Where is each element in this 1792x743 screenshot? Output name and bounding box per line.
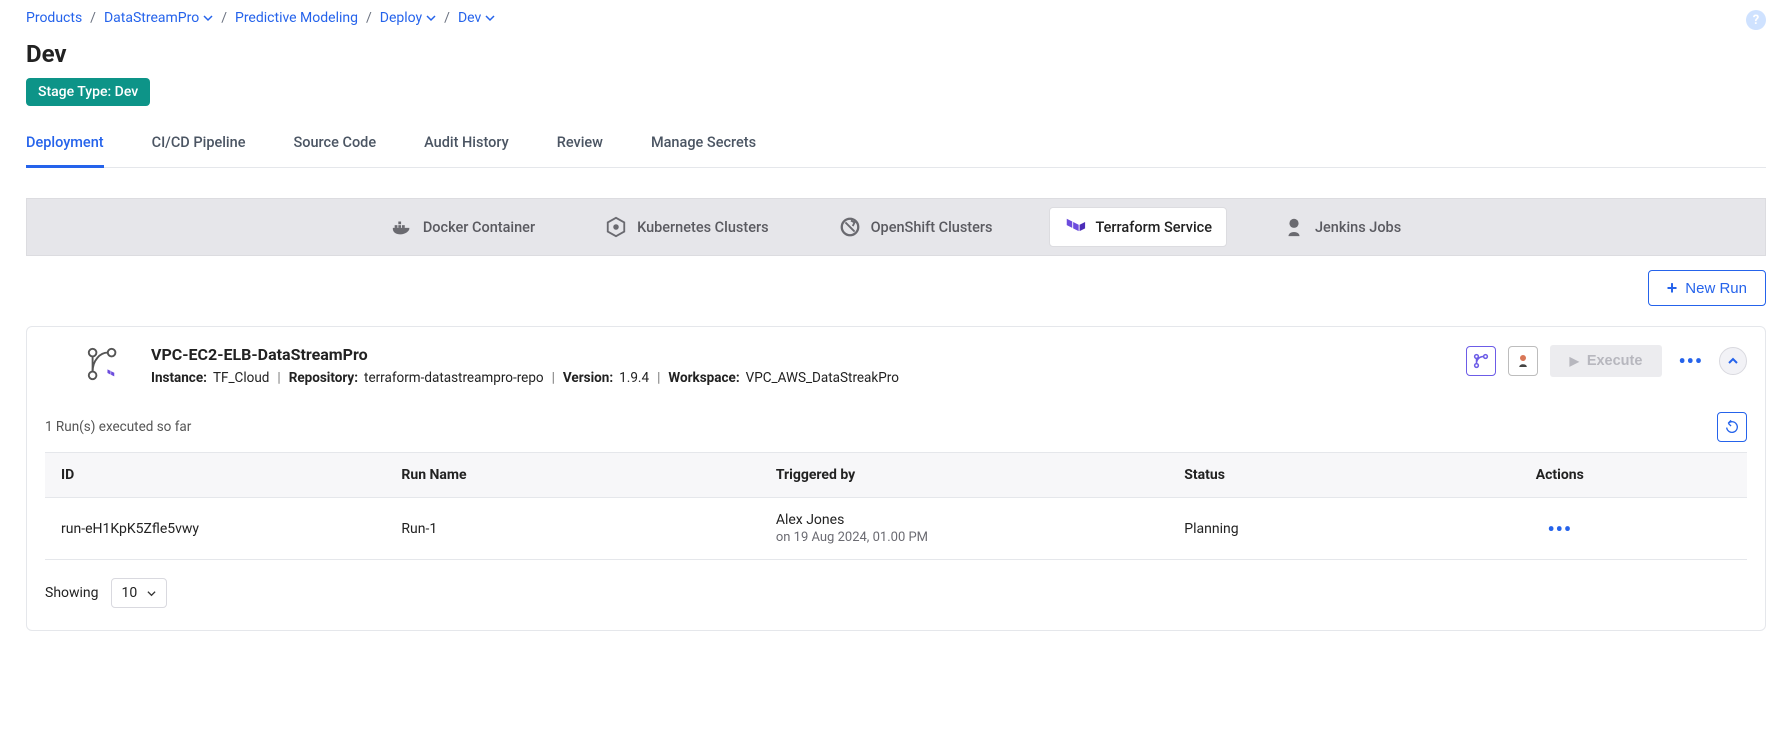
- service-meta: Instance: TF_Cloud | Repository: terrafo…: [151, 370, 899, 386]
- plus-icon: +: [1667, 279, 1678, 297]
- tab-secrets[interactable]: Manage Secrets: [651, 124, 756, 167]
- terraform-service-card: VPC-EC2-ELB-DataStreamPro Instance: TF_C…: [26, 326, 1766, 631]
- breadcrumb-sep: /: [366, 10, 372, 26]
- cell-status: Planning: [1168, 498, 1372, 560]
- col-id: ID: [45, 453, 385, 498]
- col-name: Run Name: [385, 453, 759, 498]
- breadcrumb-predictive[interactable]: Predictive Modeling: [235, 10, 358, 26]
- cell-name: Run-1: [385, 498, 759, 560]
- card-more-actions[interactable]: •••: [1674, 349, 1707, 373]
- tab-source[interactable]: Source Code: [293, 124, 376, 167]
- version-label: Version:: [563, 370, 613, 386]
- branch-terraform-icon: [85, 345, 123, 383]
- subtab-docker-label: Docker Container: [423, 219, 535, 236]
- deployment-subtabs: Docker Container Kubernetes Clusters Ope…: [26, 198, 1766, 256]
- breadcrumb: Products / DataStreamPro / Predictive Mo…: [26, 10, 495, 26]
- docker-icon: [391, 216, 413, 238]
- tab-deployment[interactable]: Deployment: [26, 124, 104, 168]
- chevron-down-icon: [426, 13, 436, 23]
- instance-value: TF_Cloud: [213, 370, 269, 386]
- subtab-jenkins[interactable]: Jenkins Jobs: [1269, 207, 1415, 247]
- workspace-value: VPC_AWS_DataStreakPro: [746, 370, 899, 386]
- breadcrumb-sep: /: [90, 10, 96, 26]
- pagination: Showing 10: [45, 578, 1747, 608]
- cell-id: run-eH1KpK5Zfle5vwy: [45, 498, 385, 560]
- runs-table: ID Run Name Triggered by Status Actions …: [45, 452, 1747, 560]
- page-size-value: 10: [122, 585, 138, 601]
- execute-button[interactable]: ▶ Execute: [1550, 345, 1663, 377]
- subtab-openshift-label: OpenShift Clusters: [871, 219, 993, 236]
- repo-value: terraform-datastreampro-repo: [364, 370, 544, 386]
- breadcrumb-sep: /: [444, 10, 450, 26]
- breadcrumb-dev-label: Dev: [458, 10, 481, 26]
- triggered-on: on 19 Aug 2024, 01.00 PM: [776, 530, 1152, 545]
- breadcrumb-deploy-label: Deploy: [380, 10, 422, 26]
- repo-label: Repository:: [289, 370, 358, 386]
- breadcrumb-products[interactable]: Products: [26, 10, 82, 26]
- jenkins-icon: [1283, 216, 1305, 238]
- jenkins-chip-button[interactable]: [1508, 346, 1538, 376]
- tab-cicd[interactable]: CI/CD Pipeline: [152, 124, 246, 167]
- breadcrumb-datastream[interactable]: DataStreamPro: [104, 10, 213, 26]
- instance-label: Instance:: [151, 370, 207, 386]
- chevron-down-icon: [203, 13, 213, 23]
- col-status: Status: [1168, 453, 1372, 498]
- new-run-label: New Run: [1685, 280, 1747, 297]
- branch-chip-button[interactable]: [1466, 346, 1496, 376]
- openshift-icon: [839, 216, 861, 238]
- kubernetes-icon: [605, 216, 627, 238]
- tab-review[interactable]: Review: [557, 124, 603, 167]
- col-actions: Actions: [1373, 453, 1747, 498]
- chevron-up-icon: [1727, 355, 1739, 367]
- triggered-by: Alex Jones: [776, 512, 1152, 528]
- breadcrumb-datastream-label: DataStreamPro: [104, 10, 199, 26]
- chevron-down-icon: [485, 13, 495, 23]
- execute-label: Execute: [1587, 353, 1643, 369]
- col-triggered: Triggered by: [760, 453, 1168, 498]
- subtab-openshift[interactable]: OpenShift Clusters: [825, 207, 1007, 247]
- breadcrumb-deploy[interactable]: Deploy: [380, 10, 436, 26]
- workspace-label: Workspace:: [668, 370, 739, 386]
- terraform-icon: [1064, 216, 1086, 238]
- help-icon[interactable]: ?: [1746, 10, 1766, 30]
- play-icon: ▶: [1570, 354, 1579, 368]
- cell-triggered: Alex Jones on 19 Aug 2024, 01.00 PM: [760, 498, 1168, 560]
- subtab-terraform[interactable]: Terraform Service: [1049, 207, 1227, 247]
- subtab-k8s-label: Kubernetes Clusters: [637, 219, 768, 236]
- subtab-terraform-label: Terraform Service: [1096, 219, 1212, 236]
- table-row: run-eH1KpK5Zfle5vwy Run-1 Alex Jones on …: [45, 498, 1747, 560]
- service-title: VPC-EC2-ELB-DataStreamPro: [151, 345, 899, 364]
- breadcrumb-sep: /: [221, 10, 227, 26]
- subtab-jenkins-label: Jenkins Jobs: [1315, 219, 1401, 236]
- refresh-button[interactable]: [1717, 412, 1747, 442]
- subtab-docker[interactable]: Docker Container: [377, 207, 549, 247]
- row-more-actions[interactable]: •••: [1547, 517, 1572, 541]
- subtab-k8s[interactable]: Kubernetes Clusters: [591, 207, 782, 247]
- new-run-button[interactable]: + New Run: [1648, 270, 1766, 306]
- stage-type-badge: Stage Type: Dev: [26, 78, 150, 106]
- refresh-icon: [1724, 419, 1740, 435]
- showing-label: Showing: [45, 585, 99, 601]
- runs-count: 1 Run(s) executed so far: [45, 419, 191, 435]
- breadcrumb-dev[interactable]: Dev: [458, 10, 495, 26]
- page-title: Dev: [26, 40, 1766, 68]
- collapse-button[interactable]: [1719, 347, 1747, 375]
- chevron-down-icon: [147, 589, 156, 598]
- main-tabs: Deployment CI/CD Pipeline Source Code Au…: [26, 124, 1766, 168]
- version-value: 1.9.4: [619, 370, 649, 386]
- tab-audit[interactable]: Audit History: [424, 124, 509, 167]
- page-size-select[interactable]: 10: [111, 578, 168, 608]
